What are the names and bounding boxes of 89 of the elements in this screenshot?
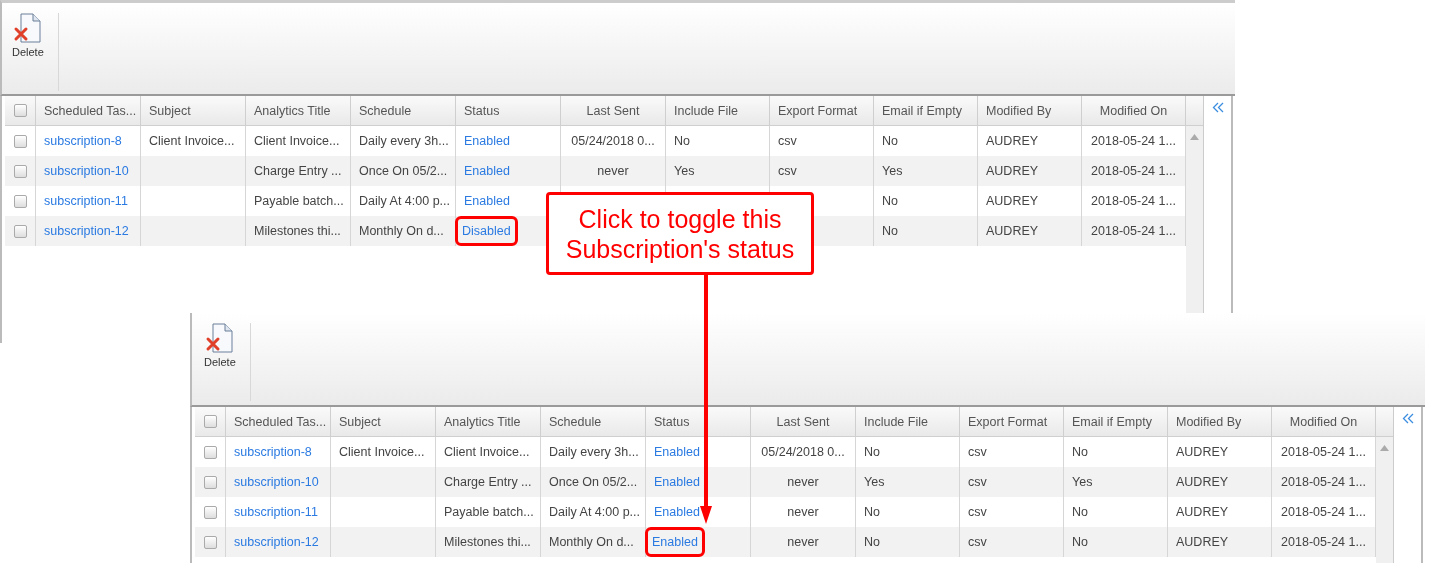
column-header[interactable]: Status [646, 407, 751, 437]
column-header[interactable]: Schedule [351, 96, 456, 126]
table-cell: 2018-05-24 1... [1082, 216, 1186, 246]
table-cell: Monthly On d... [541, 527, 646, 557]
column-header[interactable]: Include File [666, 96, 770, 126]
status-link[interactable]: Enabled [464, 194, 510, 208]
column-header[interactable]: Status [456, 96, 561, 126]
callout-text: Click to toggle this Subscription's status [564, 203, 796, 264]
table-cell: never [751, 467, 856, 497]
checkbox[interactable] [203, 535, 217, 549]
column-header[interactable]: Export Format [770, 96, 874, 126]
column-header[interactable]: Modified On [1272, 407, 1376, 437]
scrollbar[interactable] [1376, 437, 1393, 563]
table-cell: Monthly On d... [351, 216, 456, 246]
column-header[interactable]: Include File [856, 407, 960, 437]
table-cell: 2018-05-24 1... [1272, 527, 1376, 557]
column-header[interactable]: Modified By [1168, 407, 1272, 437]
column-header[interactable]: Schedule [541, 407, 646, 437]
scroll-up-icon[interactable] [1380, 445, 1389, 451]
table-cell: AUDREY [978, 216, 1082, 246]
table-cell: No [874, 216, 978, 246]
column-header[interactable]: Modified On [1082, 96, 1186, 126]
column-header[interactable]: Analytics Title [246, 96, 351, 126]
checkbox[interactable] [13, 224, 27, 238]
task-link[interactable]: subscription-11 [234, 505, 318, 519]
collapse-icon[interactable] [1401, 413, 1414, 424]
task-link[interactable]: subscription-11 [44, 194, 128, 208]
task-link[interactable]: subscription-12 [44, 224, 129, 238]
task-link[interactable]: subscription-8 [234, 445, 312, 459]
task-link[interactable]: subscription-8 [44, 134, 122, 148]
column-header[interactable]: Email if Empty [874, 96, 978, 126]
column-header[interactable]: Scheduled Tas... [36, 96, 141, 126]
table-cell: never [751, 527, 856, 557]
table-cell: Yes [666, 156, 770, 186]
scrollbar[interactable] [1186, 126, 1203, 313]
table-cell: Once On 05/2... [351, 156, 456, 186]
column-header[interactable]: Subject [331, 407, 436, 437]
task-link[interactable]: subscription-10 [44, 164, 129, 178]
status-link[interactable]: Enabled [648, 530, 702, 554]
document-x-icon [204, 323, 235, 353]
table-cell: No [1064, 527, 1168, 557]
status-link[interactable]: Disabled [458, 219, 515, 243]
table-cell: Yes [856, 467, 960, 497]
table-cell: Yes [874, 156, 978, 186]
checkbox[interactable] [203, 505, 217, 519]
table-cell: AUDREY [1168, 467, 1272, 497]
table-cell: 2018-05-24 1... [1082, 156, 1186, 186]
scroll-up-icon[interactable] [1190, 134, 1199, 140]
table-cell: AUDREY [1168, 527, 1272, 557]
checkbox[interactable] [203, 445, 217, 459]
task-link[interactable]: subscription-12 [234, 535, 319, 549]
checkbox[interactable] [13, 134, 27, 148]
table-cell: Milestones thi... [246, 216, 351, 246]
status-link[interactable]: Enabled [654, 505, 700, 519]
checkbox[interactable] [203, 475, 217, 489]
column-header[interactable]: Export Format [960, 407, 1064, 437]
column-header[interactable]: Last Sent [561, 96, 666, 126]
header-cell [1376, 407, 1393, 437]
status-link[interactable]: Enabled [654, 445, 700, 459]
table-cell: Milestones thi... [436, 527, 541, 557]
task-link[interactable]: subscription-10 [234, 475, 319, 489]
table-cell: AUDREY [978, 156, 1082, 186]
collapse-icon[interactable] [1211, 102, 1224, 113]
status-link[interactable]: Enabled [654, 475, 700, 489]
checkbox[interactable] [203, 415, 217, 428]
checkbox[interactable] [13, 194, 27, 208]
column-header[interactable]: Subject [141, 96, 246, 126]
column-header[interactable]: Modified By [978, 96, 1082, 126]
table-cell: Once On 05/2... [541, 467, 646, 497]
column-header[interactable]: Scheduled Tas... [226, 407, 331, 437]
table-cell: No [856, 527, 960, 557]
table-cell: csv [960, 467, 1064, 497]
delete-button[interactable]: Delete [196, 313, 244, 372]
table-cell: csv [960, 527, 1064, 557]
checkbox[interactable] [13, 164, 27, 178]
delete-button[interactable]: Delete [4, 3, 52, 62]
table-cell: Charge Entry ... [246, 156, 351, 186]
status-link[interactable]: Enabled [464, 164, 510, 178]
document-x-icon [12, 13, 43, 43]
column-header[interactable]: Email if Empty [1064, 407, 1168, 437]
column-header[interactable]: Analytics Title [436, 407, 541, 437]
table-cell: never [561, 156, 666, 186]
table-cell: Yes [1064, 467, 1168, 497]
table-cell: csv [770, 156, 874, 186]
status-link[interactable]: Enabled [464, 134, 510, 148]
checkbox[interactable] [13, 104, 27, 117]
table-cell: Charge Entry ... [436, 467, 541, 497]
table-cell: 2018-05-24 1... [1272, 467, 1376, 497]
column-header[interactable]: Last Sent [751, 407, 856, 437]
